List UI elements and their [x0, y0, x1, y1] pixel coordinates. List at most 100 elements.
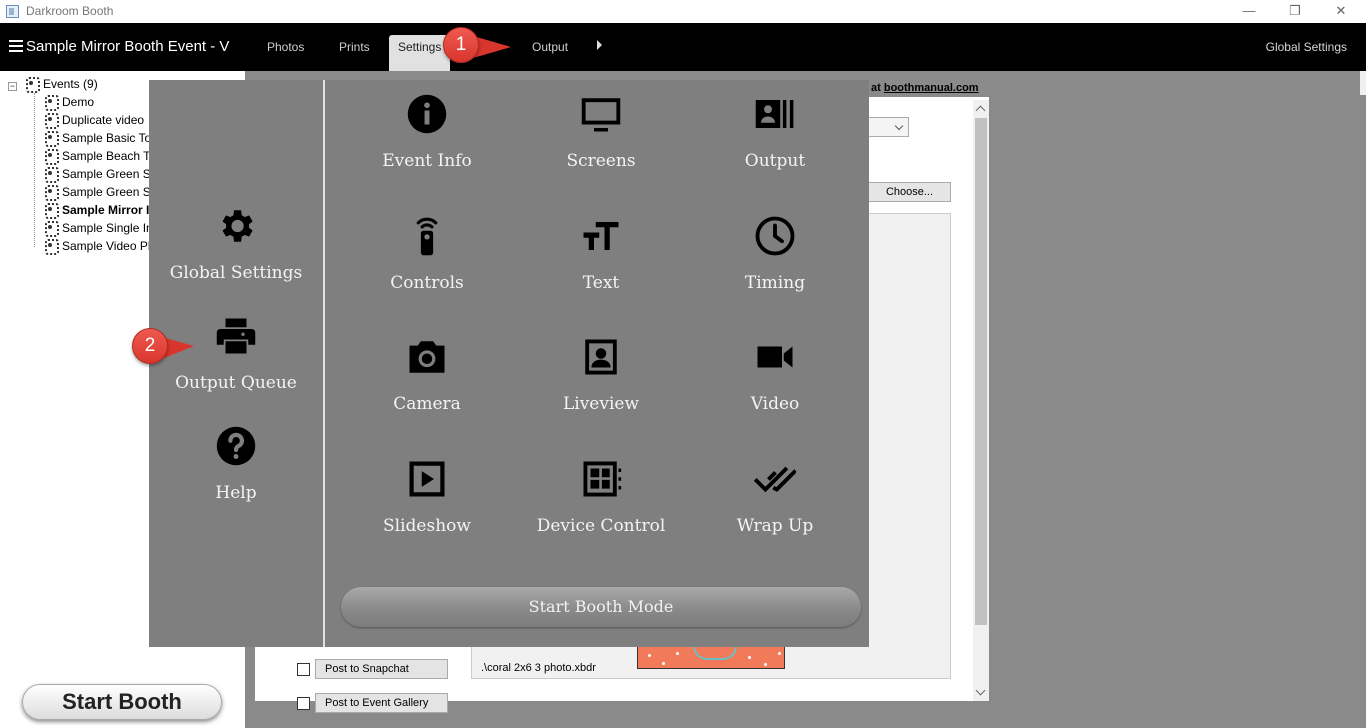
menu-video[interactable]: Video: [690, 336, 860, 446]
tree-item[interactable]: Sample Green Sc: [43, 166, 157, 183]
help-icon: [215, 425, 257, 467]
remote-icon: [406, 215, 448, 257]
tab-output[interactable]: Output: [532, 40, 568, 54]
menu-text[interactable]: Text: [516, 215, 686, 325]
menu-bar: Sample Mirror Booth Event - V Photos Pri…: [0, 23, 1366, 95]
layout-file-path: .\coral 2x6 3 photo.xbdr: [481, 662, 596, 674]
tree-item[interactable]: Sample Video Ph: [43, 238, 155, 255]
app-icon: [6, 5, 19, 18]
menu-output[interactable]: Output: [690, 93, 860, 203]
window-titlebar: Darkroom Booth — ❐ ✕: [0, 0, 1366, 23]
menu-label: Screens: [566, 151, 636, 171]
event-type-select[interactable]: [868, 117, 909, 137]
menu-liveview[interactable]: Liveview: [516, 336, 686, 446]
start-booth-button[interactable]: Start Booth: [22, 684, 222, 720]
hamburger-menu-icon[interactable]: [9, 40, 23, 52]
menu-label: Global Settings: [169, 263, 303, 283]
menu-label: Video: [750, 394, 800, 414]
menu-label: Text: [582, 273, 620, 293]
post-gallery-button[interactable]: Post to Event Gallery: [315, 693, 448, 713]
tree-item[interactable]: Sample Single In: [43, 220, 153, 237]
monitor-icon: [580, 93, 622, 135]
callout-marker-1: 1: [443, 27, 511, 67]
camera-icon: [406, 336, 448, 378]
manual-link-text: at boothmanual.com: [871, 82, 979, 94]
layout-thumbnail: [637, 645, 785, 669]
event-node-icon: [43, 112, 59, 129]
menu-label: Slideshow: [383, 516, 471, 536]
settings-overlay-menu: Global Settings Output Queue Help Event …: [149, 80, 869, 647]
tree-root-events[interactable]: Events (9): [24, 76, 98, 93]
restore-button[interactable]: ❐: [1272, 0, 1318, 23]
menu-event-info[interactable]: Event Info: [342, 93, 512, 203]
event-node-icon: [43, 184, 59, 201]
menu-slideshow[interactable]: Slideshow: [342, 458, 512, 568]
play-icon: [406, 458, 448, 500]
double-check-icon: [753, 458, 797, 500]
tree-collapse-icon[interactable]: −: [8, 82, 17, 91]
menu-help[interactable]: Help: [151, 425, 321, 535]
menu-label: Event Info: [382, 151, 472, 171]
menu-label: Output: [744, 151, 806, 171]
global-settings-link[interactable]: Global Settings: [1266, 40, 1347, 54]
event-title[interactable]: Sample Mirror Booth Event - V: [26, 38, 229, 55]
event-node-icon: [43, 238, 59, 255]
menu-screens[interactable]: Screens: [516, 93, 686, 203]
choose-button[interactable]: Choose...: [868, 182, 951, 202]
printer-icon: [215, 315, 257, 357]
event-node-icon: [24, 76, 40, 93]
tree-item[interactable]: Sample Basic To: [43, 130, 151, 147]
minimize-button[interactable]: —: [1226, 0, 1272, 23]
clock-icon: [754, 215, 796, 257]
menu-controls[interactable]: Controls: [342, 215, 512, 325]
content-scrollbar[interactable]: [973, 100, 989, 701]
menu-scrollbar: [1360, 71, 1366, 95]
scroll-up-icon[interactable]: [975, 105, 986, 116]
device-grid-icon: [580, 458, 622, 500]
event-node-icon: [43, 202, 59, 219]
text-size-icon: [580, 215, 622, 257]
menu-label: Output Queue: [175, 373, 297, 393]
post-snapchat-button[interactable]: Post to Snapchat: [315, 659, 448, 679]
callout-marker-2: 2: [132, 328, 194, 368]
menu-label: Liveview: [562, 394, 640, 414]
post-snapchat-checkbox[interactable]: [297, 663, 310, 676]
event-node-icon: [43, 94, 59, 111]
menu-timing[interactable]: Timing: [690, 215, 860, 325]
menu-global-settings[interactable]: Global Settings: [151, 205, 321, 315]
output-icon: [754, 93, 796, 135]
tree-item[interactable]: Duplicate video: [43, 112, 144, 129]
video-icon: [754, 336, 796, 378]
nav-more-arrow-icon[interactable]: [597, 40, 602, 50]
close-button[interactable]: ✕: [1318, 0, 1364, 23]
tree-item-selected[interactable]: Sample Mirror I: [43, 202, 149, 219]
tab-photos[interactable]: Photos: [267, 40, 304, 54]
menu-label: Camera: [393, 394, 461, 414]
info-icon: [406, 93, 448, 135]
boothmanual-link[interactable]: boothmanual.com: [884, 82, 979, 94]
post-gallery-checkbox[interactable]: [297, 697, 310, 710]
menu-label: Wrap Up: [736, 516, 814, 536]
menu-label: Device Control: [536, 516, 666, 536]
menu-label: Timing: [744, 273, 806, 293]
start-booth-mode-button[interactable]: Start Booth Mode: [341, 587, 861, 627]
tree-item[interactable]: Demo: [43, 94, 94, 111]
scroll-thumb[interactable]: [975, 118, 987, 625]
event-node-icon: [43, 220, 59, 237]
menu-wrap-up[interactable]: Wrap Up: [690, 458, 860, 568]
tab-prints[interactable]: Prints: [339, 40, 370, 54]
tab-settings[interactable]: Settings: [389, 35, 451, 71]
tree-item[interactable]: Sample Beach Th: [43, 148, 157, 165]
portrait-icon: [580, 336, 622, 378]
event-node-icon: [43, 130, 59, 147]
event-node-icon: [43, 166, 59, 183]
menu-device-control[interactable]: Device Control: [516, 458, 686, 568]
window-title: Darkroom Booth: [26, 4, 114, 18]
tree-item[interactable]: Sample Green Sc: [43, 184, 157, 201]
event-node-icon: [43, 148, 59, 165]
menu-camera[interactable]: Camera: [342, 336, 512, 446]
scroll-down-icon[interactable]: [975, 685, 986, 696]
menu-label: Controls: [390, 273, 464, 293]
menu-label: Help: [215, 483, 257, 503]
overlay-divider: [323, 80, 325, 647]
